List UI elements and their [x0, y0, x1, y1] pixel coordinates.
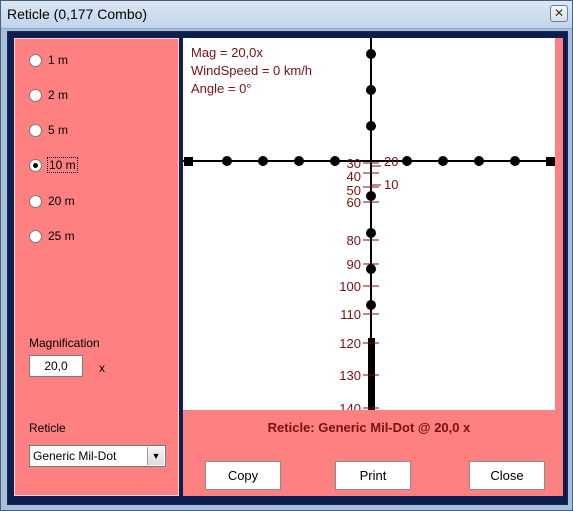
- range-label: 130: [339, 368, 361, 383]
- distance-label: 5 m: [48, 123, 69, 137]
- distance-option-1m[interactable]: 1 m: [29, 51, 68, 69]
- range-label: 100: [339, 279, 361, 294]
- settings-panel: 1 m 2 m 5 m 10 m 20 m 25 m Magnification…: [14, 38, 179, 496]
- print-button[interactable]: Print: [335, 461, 411, 490]
- mil-dot: [474, 156, 484, 166]
- close-icon: ✕: [553, 6, 565, 20]
- reticle-view-panel: Mag = 20,0x WindSpeed = 0 km/h Angle = 0…: [183, 38, 563, 496]
- mil-dot: [330, 156, 340, 166]
- right-post-end: [546, 157, 555, 166]
- reticle-selected-value: Generic Mil-Dot: [33, 449, 117, 463]
- client-area: 1 m 2 m 5 m 10 m 20 m 25 m Magnification…: [7, 31, 568, 505]
- range-label: 80: [347, 233, 361, 248]
- mil-dot: [366, 228, 376, 238]
- range-label: 90: [347, 257, 361, 272]
- magnification-unit: x: [99, 361, 105, 375]
- distance-option-2m[interactable]: 2 m: [29, 86, 68, 104]
- range-label: 60: [347, 195, 361, 210]
- reticle-select[interactable]: Generic Mil-Dot ▼: [29, 445, 166, 467]
- mil-dot: [510, 156, 520, 166]
- reticle-label: Reticle: [29, 421, 66, 435]
- distance-label: 25 m: [48, 229, 75, 243]
- window-title: Reticle (0,177 Combo): [7, 6, 148, 22]
- mil-dot: [366, 191, 376, 201]
- distance-label: 10 m: [47, 157, 78, 173]
- bottom-post: [368, 338, 375, 410]
- mil-dot: [366, 49, 376, 59]
- reticle-display: Mag = 20,0x WindSpeed = 0 km/h Angle = 0…: [183, 38, 555, 410]
- mil-dot: [402, 156, 412, 166]
- distance-option-20m[interactable]: 20 m: [29, 192, 75, 210]
- reticle-window: Reticle (0,177 Combo) ✕ 1 m 2 m 5 m 10 m: [0, 0, 573, 511]
- left-post-end: [184, 157, 193, 166]
- distance-option-5m[interactable]: 5 m: [29, 121, 68, 139]
- range-label: 140: [339, 401, 361, 410]
- radio-button[interactable]: [29, 229, 42, 243]
- chevron-down-icon[interactable]: ▼: [147, 447, 164, 465]
- distance-option-25m[interactable]: 25 m: [29, 227, 75, 245]
- distance-label: 1 m: [48, 53, 69, 67]
- side-label: 10: [384, 177, 398, 192]
- title-bar[interactable]: Reticle (0,177 Combo) ✕: [1, 1, 572, 29]
- radio-button[interactable]: [29, 158, 42, 172]
- radio-button[interactable]: [29, 194, 42, 208]
- mil-dot: [366, 300, 376, 310]
- side-label: 20: [384, 154, 398, 169]
- radio-button[interactable]: [29, 53, 42, 67]
- side-labels: 20 10: [384, 154, 398, 192]
- mil-dot: [222, 156, 232, 166]
- mil-dot: [258, 156, 268, 166]
- radio-button[interactable]: [29, 88, 42, 102]
- range-label: 40: [347, 169, 361, 184]
- mil-dot: [366, 264, 376, 274]
- range-labels: 30 40 50 60 80 90 100 110 120 130 140: [339, 156, 361, 410]
- copy-button[interactable]: Copy: [205, 461, 281, 490]
- window-close-button[interactable]: ✕: [550, 5, 568, 22]
- range-label: 120: [339, 336, 361, 351]
- mil-dot: [438, 156, 448, 166]
- mil-dot: [366, 121, 376, 131]
- reticle-caption: Reticle: Generic Mil-Dot @ 20,0 x: [267, 420, 471, 435]
- magnification-input[interactable]: 20,0: [29, 355, 83, 377]
- distance-label: 20 m: [48, 194, 75, 208]
- mil-dot: [294, 156, 304, 166]
- mil-dot: [366, 85, 376, 95]
- range-label: 110: [340, 307, 361, 322]
- reticle-crosshair: 30 40 50 60 80 90 100 110 120 130 140 20…: [183, 38, 555, 410]
- close-button[interactable]: Close: [469, 461, 545, 490]
- magnification-label: Magnification: [29, 336, 100, 350]
- distance-label: 2 m: [48, 88, 69, 102]
- distance-option-10m[interactable]: 10 m: [29, 156, 78, 174]
- radio-button[interactable]: [29, 123, 42, 137]
